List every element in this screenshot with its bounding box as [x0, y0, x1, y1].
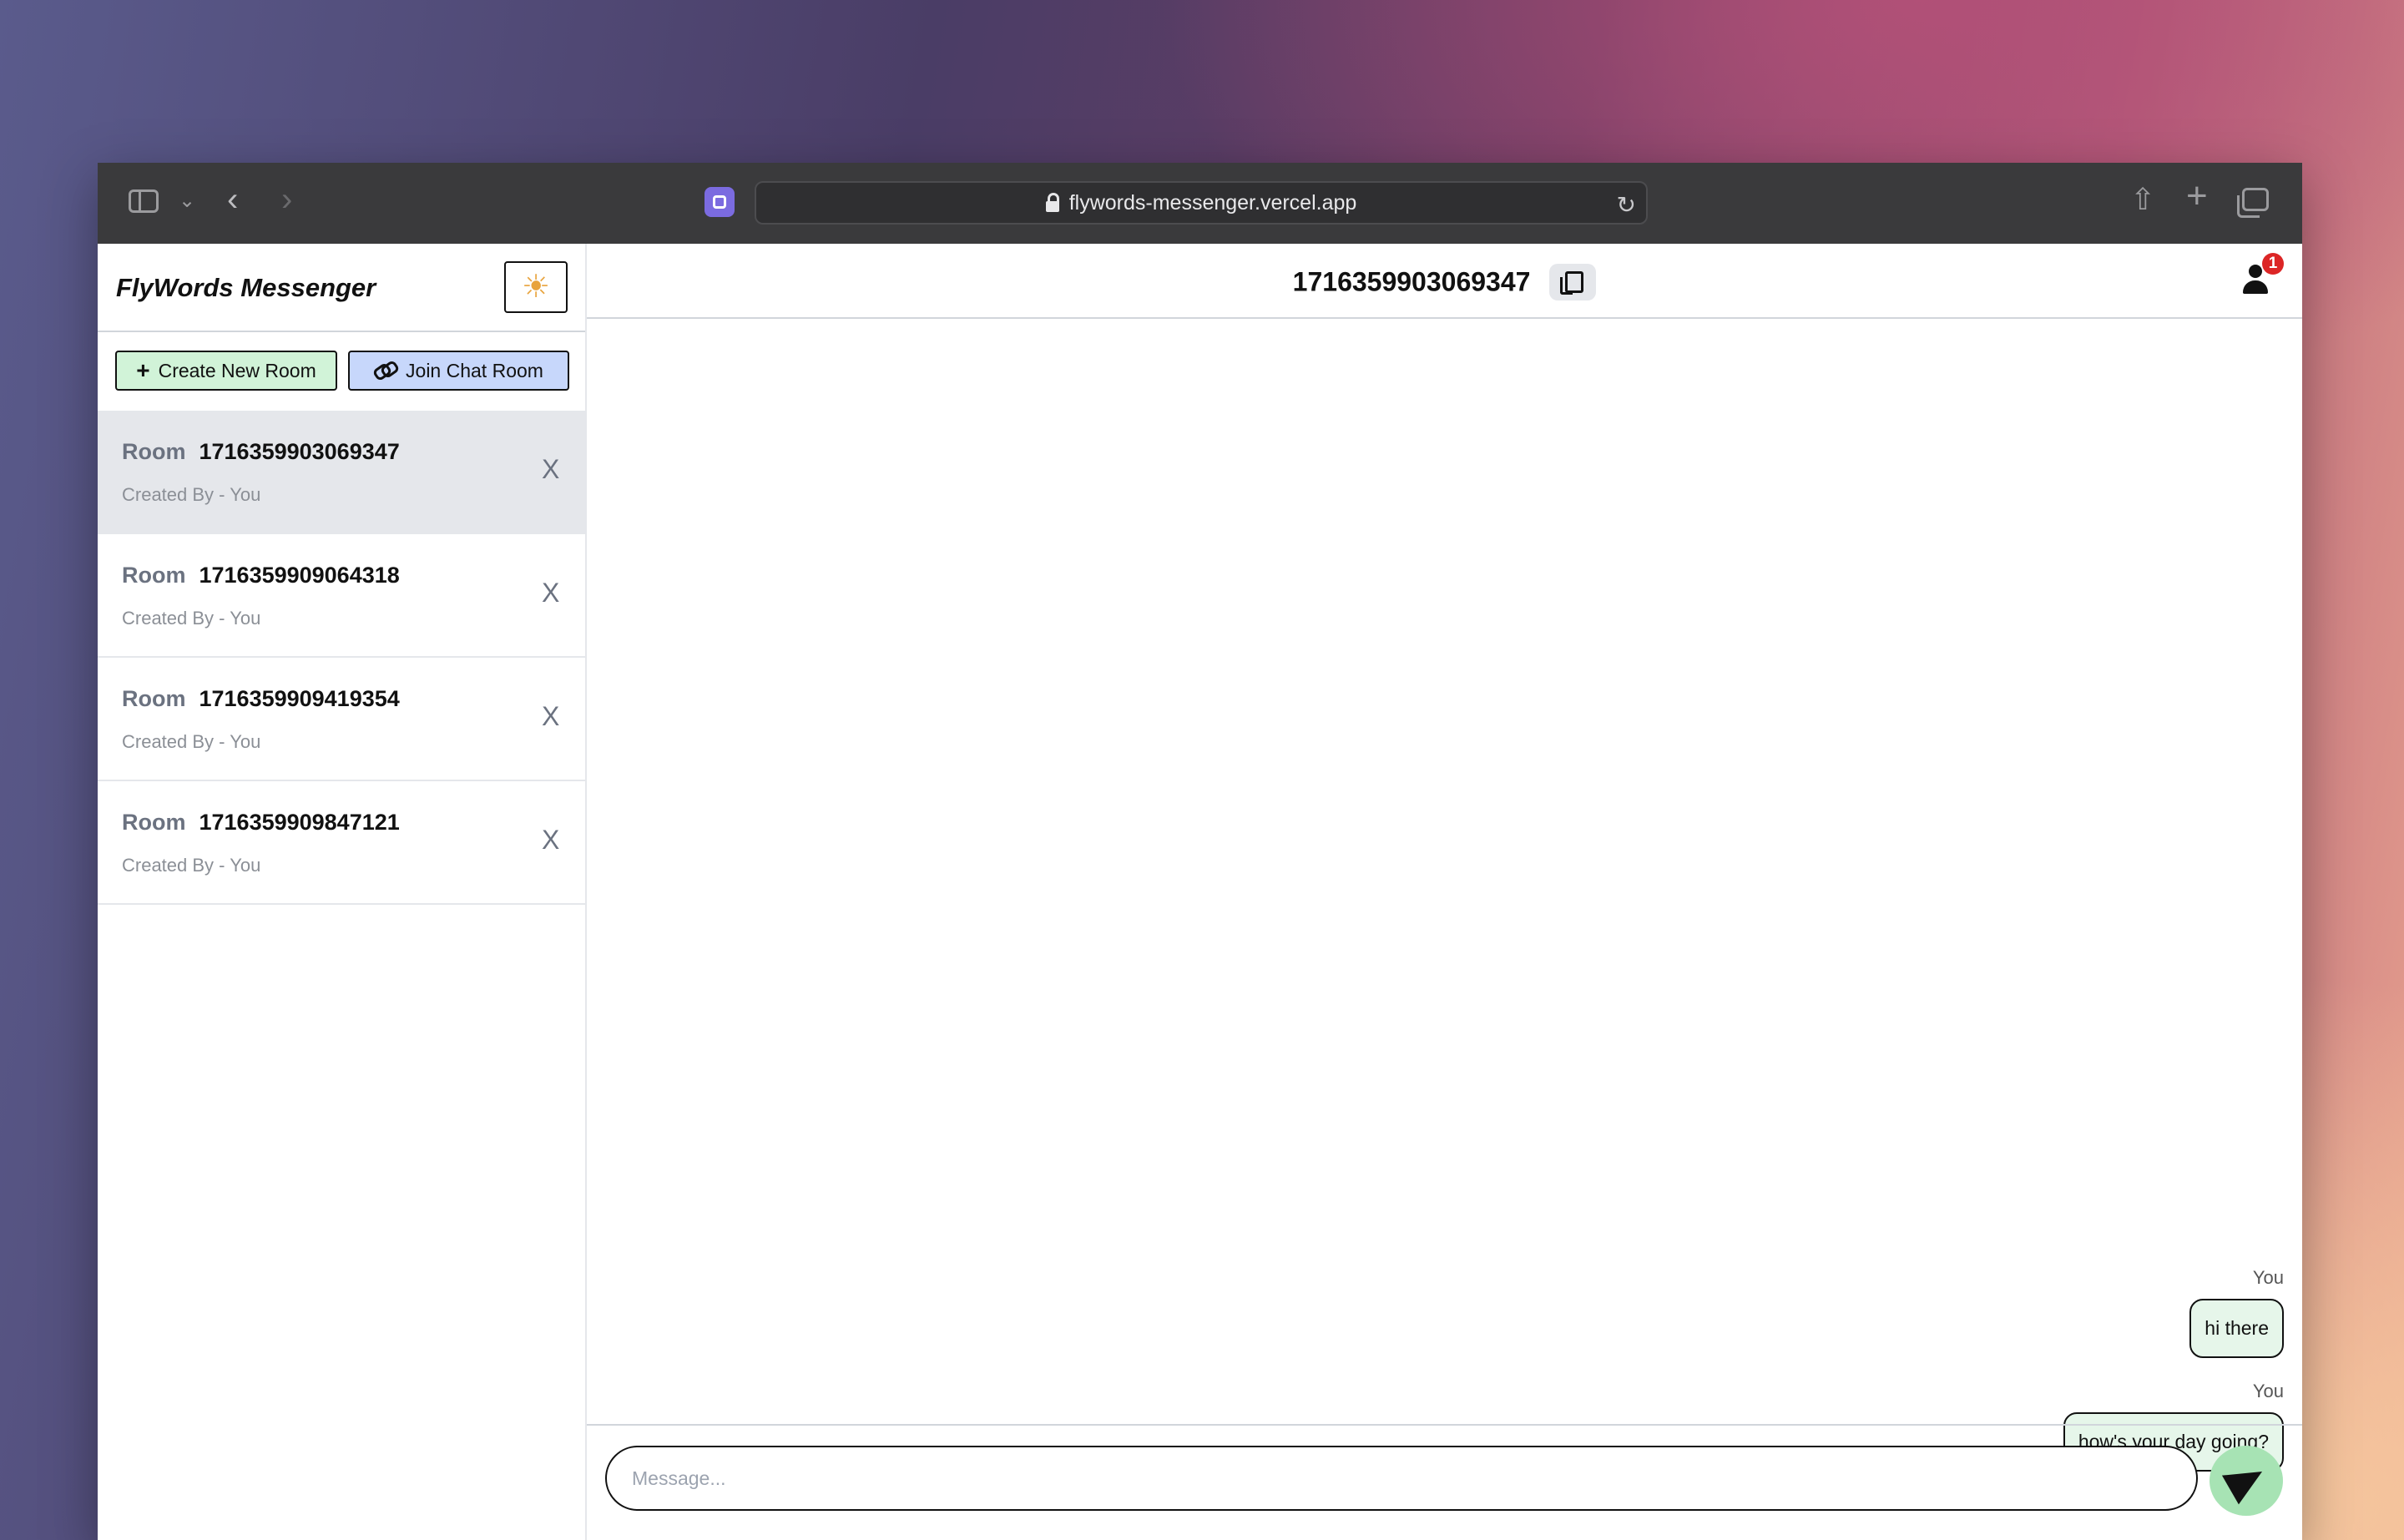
chat-header: 1716359903069347 1: [587, 244, 2302, 319]
delete-room-button[interactable]: X: [542, 823, 559, 856]
copy-room-id-button[interactable]: [1549, 264, 1597, 300]
message-composer: [587, 1424, 2302, 1540]
room-title: Room 1716359909064318: [122, 563, 400, 588]
room-title: Room 1716359903069347: [122, 439, 400, 465]
room-created-by: Created By - You: [122, 855, 261, 876]
room-id: 1716359909419354: [199, 686, 400, 711]
room-created-by: Created By - You: [122, 731, 261, 752]
send-button[interactable]: [2210, 1446, 2283, 1516]
message-list: You hi there You how's your day going?: [587, 317, 2302, 1472]
message-sender: You: [2252, 1381, 2284, 1401]
lock-icon: [1045, 192, 1059, 212]
plus-icon: +: [136, 357, 150, 383]
browser-window: ⌄ ‹ › flywords-messenger.vercel.app ↻ ⇧ …: [98, 163, 2302, 1540]
room-title: Room 1716359909847121: [122, 810, 400, 836]
room-prefix: Room: [122, 439, 186, 464]
message-item: You hi there: [2189, 1267, 2284, 1358]
room-created-by: Created By - You: [122, 484, 261, 505]
join-room-label: Join Chat Room: [406, 359, 543, 381]
room-item[interactable]: Room 1716359909847121 Created By - You X: [98, 781, 585, 905]
extension-icon[interactable]: [705, 187, 735, 217]
back-arrow-icon[interactable]: ‹: [227, 183, 238, 216]
delete-room-button[interactable]: X: [542, 576, 559, 609]
sidebar-header: FlyWords Messenger ☀: [98, 244, 585, 332]
room-title: Room 1716359909419354: [122, 686, 400, 712]
app-root: FlyWords Messenger ☀ + Create New Room J…: [98, 244, 2302, 1540]
notification-badge: 1: [2262, 253, 2284, 275]
forward-arrow-icon[interactable]: ›: [281, 183, 292, 216]
room-prefix: Room: [122, 686, 186, 711]
sidebar-actions: + Create New Room Join Chat Room: [98, 331, 585, 412]
room-item[interactable]: Room 1716359903069347 Created By - You X: [98, 411, 585, 534]
share-icon[interactable]: ⇧: [2130, 183, 2155, 216]
room-id: 1716359909064318: [199, 563, 400, 588]
send-icon: [2221, 1457, 2271, 1505]
browser-toolbar: ⌄ ‹ › flywords-messenger.vercel.app ↻ ⇧ …: [98, 163, 2302, 244]
url-text: flywords-messenger.vercel.app: [1068, 190, 1357, 215]
message-input[interactable]: [605, 1446, 2198, 1511]
room-prefix: Room: [122, 563, 186, 588]
chat-panel: 1716359903069347 1 You hi there You how'…: [587, 244, 2302, 1540]
message-sender: You: [2252, 1267, 2284, 1288]
address-bar[interactable]: flywords-messenger.vercel.app ↻: [755, 181, 1648, 225]
create-room-button[interactable]: + Create New Room: [115, 351, 337, 391]
new-tab-icon[interactable]: +: [2186, 178, 2208, 215]
room-id: 1716359909847121: [199, 810, 400, 835]
app-brand: FlyWords Messenger: [116, 273, 376, 302]
room-list: Room 1716359903069347 Created By - You X …: [98, 411, 585, 905]
join-room-button[interactable]: Join Chat Room: [348, 351, 569, 391]
create-room-label: Create New Room: [158, 359, 316, 381]
sidebar: FlyWords Messenger ☀ + Create New Room J…: [98, 244, 587, 1540]
room-item[interactable]: Room 1716359909064318 Created By - You X: [98, 534, 585, 658]
delete-room-button[interactable]: X: [542, 452, 559, 486]
room-id: 1716359903069347: [199, 439, 400, 464]
room-created-by: Created By - You: [122, 608, 261, 629]
delete-room-button[interactable]: X: [542, 699, 559, 733]
user-icon-head: [2249, 265, 2262, 278]
room-item[interactable]: Room 1716359909419354 Created By - You X: [98, 658, 585, 781]
user-icon-body: [2243, 280, 2268, 294]
chevron-down-icon[interactable]: ⌄: [179, 184, 195, 218]
link-icon: [374, 364, 396, 377]
message-bubble: hi there: [2189, 1299, 2284, 1358]
room-heading: 1716359903069347: [587, 264, 2302, 300]
sun-icon: ☀: [521, 270, 551, 305]
theme-toggle-button[interactable]: ☀: [504, 261, 568, 313]
sidebar-toggle-icon[interactable]: [129, 189, 159, 213]
room-prefix: Room: [122, 810, 186, 835]
reload-icon[interactable]: ↻: [1617, 191, 1636, 219]
tab-overview-icon[interactable]: [2237, 188, 2269, 218]
chat-room-title: 1716359903069347: [1292, 266, 1531, 297]
